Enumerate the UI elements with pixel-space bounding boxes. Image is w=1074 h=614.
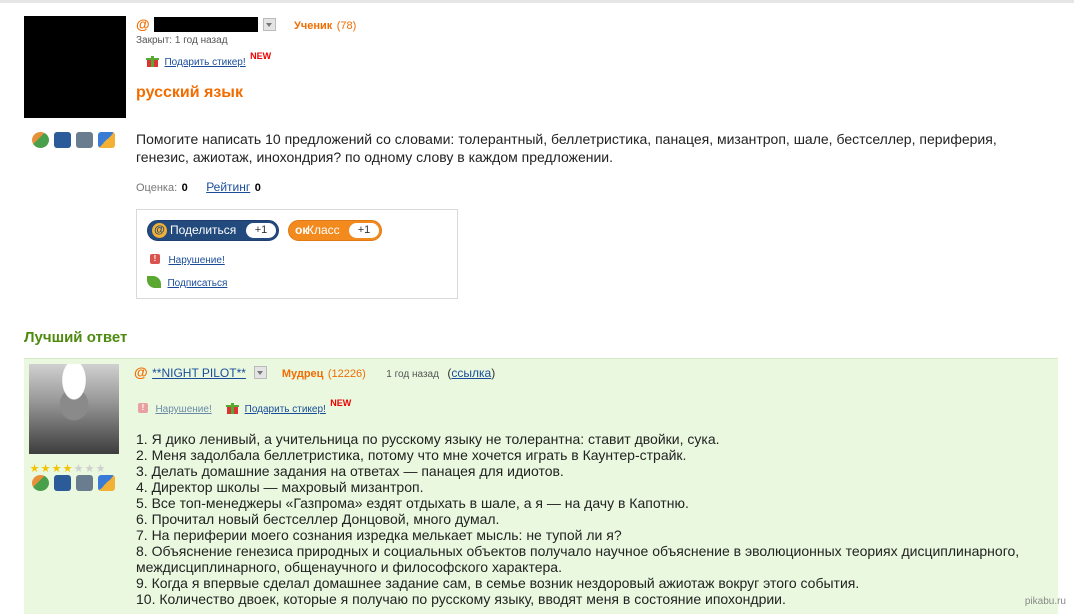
new-badge: NEW bbox=[250, 51, 272, 61]
share-label: Поделиться bbox=[170, 223, 237, 237]
new-badge: NEW bbox=[330, 398, 352, 408]
answer-permalink[interactable]: ссылка bbox=[451, 366, 491, 380]
warning-icon: ! bbox=[138, 402, 148, 413]
answer-line: 4. Директор школы — махровый мизантроп. bbox=[136, 479, 424, 495]
class-button[interactable]: ок Класс +1 bbox=[288, 220, 382, 241]
ranking-value: 0 bbox=[254, 182, 261, 194]
author-points: (78) bbox=[336, 20, 357, 32]
answer-line: 1. Я дико ленивый, а учительница по русс… bbox=[136, 431, 720, 447]
answer-line: 7. На периферии моего сознания изредка м… bbox=[136, 527, 622, 543]
question-body: Помогите написать 10 предложений со слов… bbox=[136, 131, 997, 165]
answer-author-name[interactable]: **NIGHT PILOT** bbox=[152, 366, 246, 380]
watermark: pikabu.ru bbox=[1024, 596, 1066, 607]
answer-link-wrap: (ссылка) bbox=[447, 366, 496, 380]
answer-line: 10. Количество двоек, которые я получаю … bbox=[136, 591, 786, 607]
photo-icon[interactable] bbox=[54, 131, 71, 148]
question-title: русский язык bbox=[136, 84, 243, 101]
report-link[interactable]: Нарушение! bbox=[168, 255, 224, 266]
answer-line: 5. Все топ-менеджеры «Газпрома» ездят от… bbox=[136, 495, 689, 511]
share-count: +1 bbox=[246, 223, 276, 238]
subscribe-row: Подписаться bbox=[147, 273, 227, 291]
share-button[interactable]: @ Поделиться +1 bbox=[147, 220, 279, 241]
gift-sticker-link[interactable]: Подарить стикер! bbox=[164, 57, 245, 68]
answer-actions-row: ! Нарушение! Подарить стикер! NEW bbox=[138, 398, 352, 417]
top-divider bbox=[0, 0, 1074, 3]
closed-status: Закрыт: 1 год назад bbox=[136, 35, 228, 46]
warning-icon: ! bbox=[150, 253, 160, 264]
answer-line: 8. Объяснение генезиса природных и социа… bbox=[136, 543, 1020, 575]
answer-line: 3. Делать домашние задания на ответах — … bbox=[136, 463, 564, 479]
gift-icon bbox=[226, 401, 240, 415]
gift-sticker-row: Подарить стикер! NEW bbox=[146, 51, 272, 70]
answer-author-actions bbox=[32, 474, 120, 492]
friends-icon[interactable] bbox=[32, 131, 49, 148]
author-rank: Ученик bbox=[294, 20, 333, 32]
ranking-link[interactable]: Рейтинг bbox=[206, 180, 250, 194]
report-row: ! Нарушение! bbox=[150, 250, 225, 268]
question-author-line: @ Ученик (78) bbox=[136, 16, 356, 34]
friends-icon[interactable] bbox=[32, 474, 49, 491]
mailru-icon: @ bbox=[152, 223, 167, 238]
subscribe-link[interactable]: Подписаться bbox=[167, 278, 227, 289]
answer-time: 1 год назад bbox=[386, 369, 439, 380]
class-count: +1 bbox=[349, 223, 379, 238]
answer-report-link[interactable]: Нарушение! bbox=[155, 404, 211, 415]
author-name-redacted[interactable] bbox=[154, 17, 259, 33]
answer-line: 9. Когда я впервые сделал домашнее задан… bbox=[136, 575, 860, 591]
author-dropdown-icon[interactable] bbox=[262, 18, 276, 32]
answer-author-rank: Мудрец bbox=[281, 368, 324, 380]
rating-value: 0 bbox=[181, 182, 188, 194]
video-icon[interactable] bbox=[76, 474, 93, 491]
answer-gift-sticker-link[interactable]: Подарить стикер! bbox=[245, 404, 326, 415]
answer-author-points: (12226) bbox=[327, 368, 366, 380]
author-actions bbox=[32, 131, 120, 149]
answer-author-dropdown-icon[interactable] bbox=[254, 366, 268, 380]
mail-at-icon: @ bbox=[136, 16, 150, 32]
author-avatar[interactable] bbox=[24, 16, 126, 118]
mail-at-icon: @ bbox=[134, 364, 148, 380]
answer-line: 6. Прочитал новый бестселлер Донцовой, м… bbox=[136, 511, 500, 527]
rating-label: Оценка: bbox=[136, 182, 178, 194]
gift-icon bbox=[146, 54, 160, 68]
answer-author-line: @ **NIGHT PILOT** Мудрец (12226) 1 год н… bbox=[134, 364, 495, 382]
answer-body: 1. Я дико ленивый, а учительница по русс… bbox=[136, 431, 1056, 607]
blog-icon[interactable] bbox=[98, 474, 115, 491]
blog-icon[interactable] bbox=[98, 131, 115, 148]
photo-icon[interactable] bbox=[54, 474, 71, 491]
leaf-icon bbox=[147, 275, 161, 288]
answer-author-avatar[interactable] bbox=[29, 364, 119, 454]
best-answer-heading: Лучший ответ bbox=[24, 329, 128, 346]
class-label: Класс bbox=[307, 223, 340, 237]
video-icon[interactable] bbox=[76, 131, 93, 148]
answer-line: 2. Меня задолбала беллетристика, потому … bbox=[136, 447, 687, 463]
rating-row: Оценка: 0 Рейтинг 0 bbox=[136, 178, 261, 196]
